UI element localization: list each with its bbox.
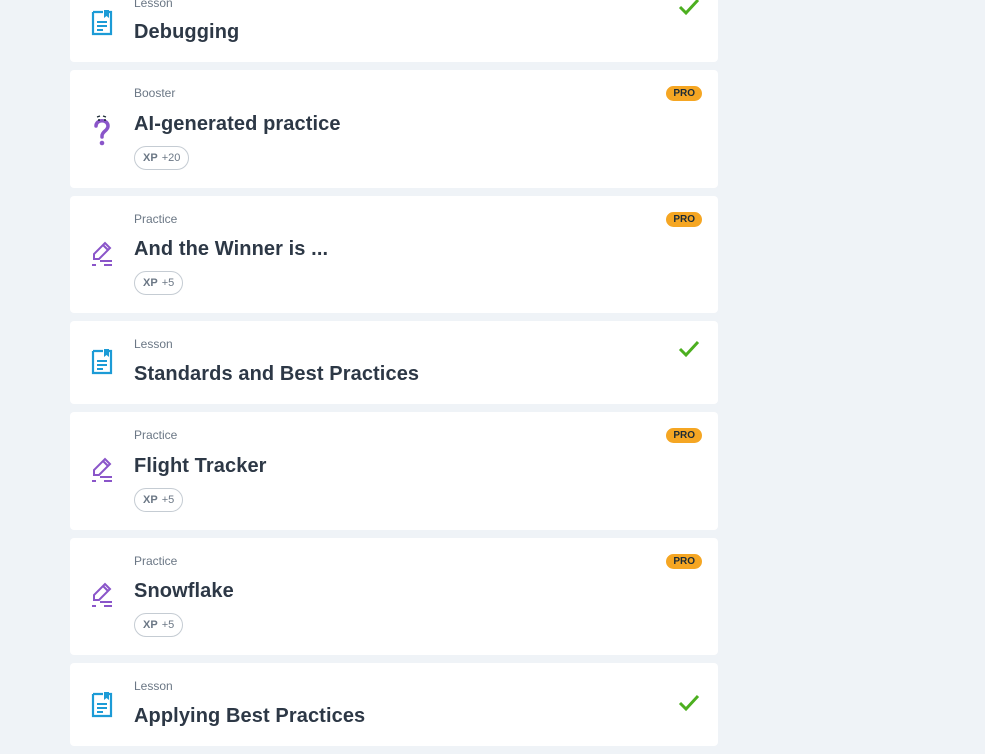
xp-label: XP (143, 277, 158, 289)
checkmark-icon (678, 694, 700, 712)
xp-value: +5 (161, 277, 175, 289)
booster-card-ai-generated-practice[interactable]: Booster AI-generated practice XP +20 PRO (70, 70, 718, 188)
xp-reward-badge: XP +5 (134, 613, 184, 637)
practice-card-and-the-winner-is[interactable]: Practice And the Winner is ... XP +5 PRO (70, 196, 718, 313)
xp-value: +20 (161, 152, 181, 164)
xp-reward-badge: XP +20 (134, 146, 190, 170)
pro-badge: PRO (666, 212, 702, 227)
item-type-label: Lesson (134, 337, 173, 351)
item-title: And the Winner is ... (134, 238, 329, 260)
item-title: Snowflake (134, 580, 234, 602)
xp-reward-badge: XP +5 (134, 271, 184, 295)
item-title: Flight Tracker (134, 455, 267, 477)
item-title: Debugging (134, 21, 240, 43)
pro-badge: PRO (666, 554, 702, 569)
pro-badge: PRO (666, 86, 702, 101)
item-type-label: Booster (134, 86, 176, 100)
xp-reward-badge: XP +5 (134, 488, 184, 512)
item-title: AI-generated practice (134, 113, 341, 135)
xp-value: +5 (161, 619, 175, 631)
item-type-label: Lesson (134, 0, 173, 10)
pro-badge: PRO (666, 428, 702, 443)
lesson-card-applying-best-practices[interactable]: Lesson Applying Best Practices (70, 663, 718, 746)
lesson-document-icon (91, 692, 113, 718)
pencil-icon (92, 241, 112, 266)
item-title: Applying Best Practices (134, 705, 366, 727)
checkmark-icon (678, 340, 700, 358)
item-type-label: Practice (134, 428, 178, 442)
checkmark-icon (678, 0, 700, 16)
practice-card-snowflake[interactable]: Practice Snowflake XP +5 PRO (70, 538, 718, 655)
item-type-label: Practice (134, 212, 178, 226)
item-title: Standards and Best Practices (134, 363, 420, 385)
pencil-icon (92, 582, 112, 607)
item-type-label: Lesson (134, 679, 173, 693)
xp-label: XP (143, 494, 158, 506)
xp-label: XP (143, 152, 158, 164)
question-mark-icon (94, 115, 110, 146)
lesson-card-debugging[interactable]: Lesson Debugging (70, 0, 718, 62)
lesson-document-icon (91, 10, 113, 36)
lesson-card-standards-and-best-practices[interactable]: Lesson Standards and Best Practices (70, 321, 718, 404)
practice-card-flight-tracker[interactable]: Practice Flight Tracker XP +5 PRO (70, 412, 718, 530)
item-type-label: Practice (134, 554, 178, 568)
xp-value: +5 (161, 494, 175, 506)
lesson-document-icon (91, 349, 113, 375)
xp-label: XP (143, 619, 158, 631)
pencil-icon (92, 457, 112, 482)
